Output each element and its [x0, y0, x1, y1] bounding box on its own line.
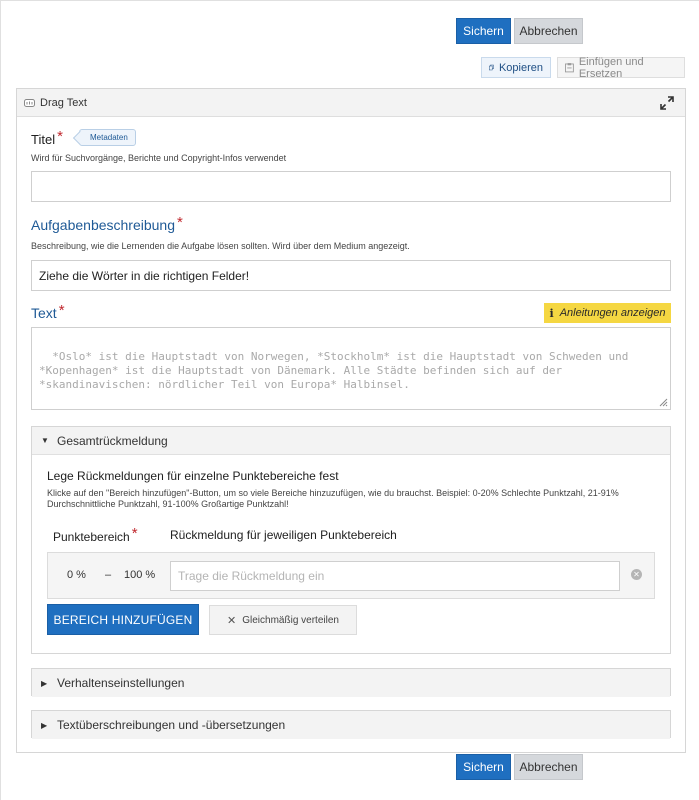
text-label-text: Text: [31, 305, 57, 321]
panel-title: Drag Text: [40, 96, 87, 109]
show-instructions-button[interactable]: i Anleitungen anzeigen: [544, 303, 671, 323]
task-description-hint: Beschreibung, wie die Lernenden die Aufg…: [31, 241, 410, 251]
task-description-label: Aufgabenbeschreibung *: [31, 214, 183, 234]
range-from-value: 0 %: [67, 569, 86, 581]
required-marker: *: [58, 302, 65, 319]
resize-grip-icon[interactable]: [659, 398, 668, 407]
caret-right-icon: ▶: [41, 678, 48, 688]
close-icon: ✕: [227, 614, 237, 627]
panel-header: Drag Text: [17, 89, 685, 117]
expand-icon[interactable]: [660, 96, 674, 110]
frame-left-border: [0, 0, 1, 800]
text-overrides-header[interactable]: ▶ Textüberschreibungen und -übersetzunge…: [32, 711, 670, 739]
required-marker: *: [131, 525, 138, 542]
required-marker: *: [57, 128, 63, 145]
feedback-column-header: Rückmeldung für jeweiligen Punktebereich: [170, 528, 397, 542]
behaviour-settings-title: Verhaltenseinstellungen: [57, 676, 185, 690]
caret-right-icon: ▶: [41, 720, 48, 730]
cancel-button-bottom[interactable]: Abbrechen: [514, 754, 583, 780]
copy-button[interactable]: Kopieren: [481, 57, 551, 78]
distribute-evenly-button[interactable]: ✕ Gleichmäßig verteilen: [209, 605, 357, 635]
show-instructions-label: Anleitungen anzeigen: [559, 307, 666, 319]
text-overrides-title: Textüberschreibungen und -übersetzungen: [57, 718, 286, 732]
title-input[interactable]: [31, 171, 671, 202]
info-icon: i: [549, 306, 554, 320]
save-button-top[interactable]: Sichern: [456, 18, 511, 44]
cancel-button-top[interactable]: Abbrechen: [514, 18, 583, 44]
text-label: Text *: [31, 302, 65, 322]
text-textarea[interactable]: *Oslo* ist die Hauptstadt von Norwegen, …: [31, 327, 671, 410]
remove-range-icon[interactable]: ✕: [631, 569, 642, 580]
title-label-text: Titel: [31, 132, 56, 147]
task-description-input[interactable]: Ziehe die Wörter in die richtigen Felder…: [31, 260, 671, 291]
task-description-label-text: Aufgabenbeschreibung: [31, 217, 176, 233]
paste-label: Einfügen und Ersetzen: [578, 55, 644, 80]
paste-replace-button[interactable]: Einfügen und Ersetzen: [557, 55, 685, 80]
overall-feedback-description: Klicke auf den "Bereich hinzufügen"-Butt…: [47, 488, 619, 509]
overall-feedback-header[interactable]: ▼ Gesamtrückmeldung: [32, 427, 670, 455]
range-to-value: 100 %: [124, 569, 156, 581]
library-icon: [24, 98, 35, 107]
metadata-button[interactable]: Metadaten: [79, 129, 136, 146]
overall-feedback-heading: Lege Rückmeldungen für einzelne Punktebe…: [47, 469, 339, 483]
copy-label: Kopieren: [498, 61, 543, 74]
save-button-bottom[interactable]: Sichern: [456, 754, 511, 780]
range-separator: –: [105, 569, 112, 581]
behaviour-settings-header[interactable]: ▶ Verhaltenseinstellungen: [32, 669, 670, 697]
add-range-button[interactable]: BEREICH HINZUFÜGEN: [47, 604, 199, 635]
text-overrides-group[interactable]: ▶ Textüberschreibungen und -übersetzunge…: [31, 710, 671, 739]
feedback-input[interactable]: Trage die Rückmeldung ein: [170, 561, 620, 591]
copy-icon: [489, 64, 494, 71]
frame-top-border: [0, 0, 699, 1]
behaviour-settings-group[interactable]: ▶ Verhaltenseinstellungen: [31, 668, 671, 697]
score-range-column-header: Punktebereich *: [53, 525, 138, 545]
title-description: Wird für Suchvorgänge, Berichte und Copy…: [31, 153, 287, 163]
distribute-evenly-label: Gleichmäßig verteilen: [242, 614, 339, 626]
clipboard-icon: [565, 63, 574, 73]
required-marker: *: [177, 214, 183, 231]
title-label: Titel *: [31, 128, 63, 148]
caret-down-icon: ▼: [41, 436, 49, 445]
overall-feedback-title: Gesamtrückmeldung: [57, 433, 168, 448]
score-range-column-label: Punktebereich: [53, 530, 130, 544]
text-placeholder: *Oslo* ist die Hauptstadt von Norwegen, …: [39, 350, 636, 391]
